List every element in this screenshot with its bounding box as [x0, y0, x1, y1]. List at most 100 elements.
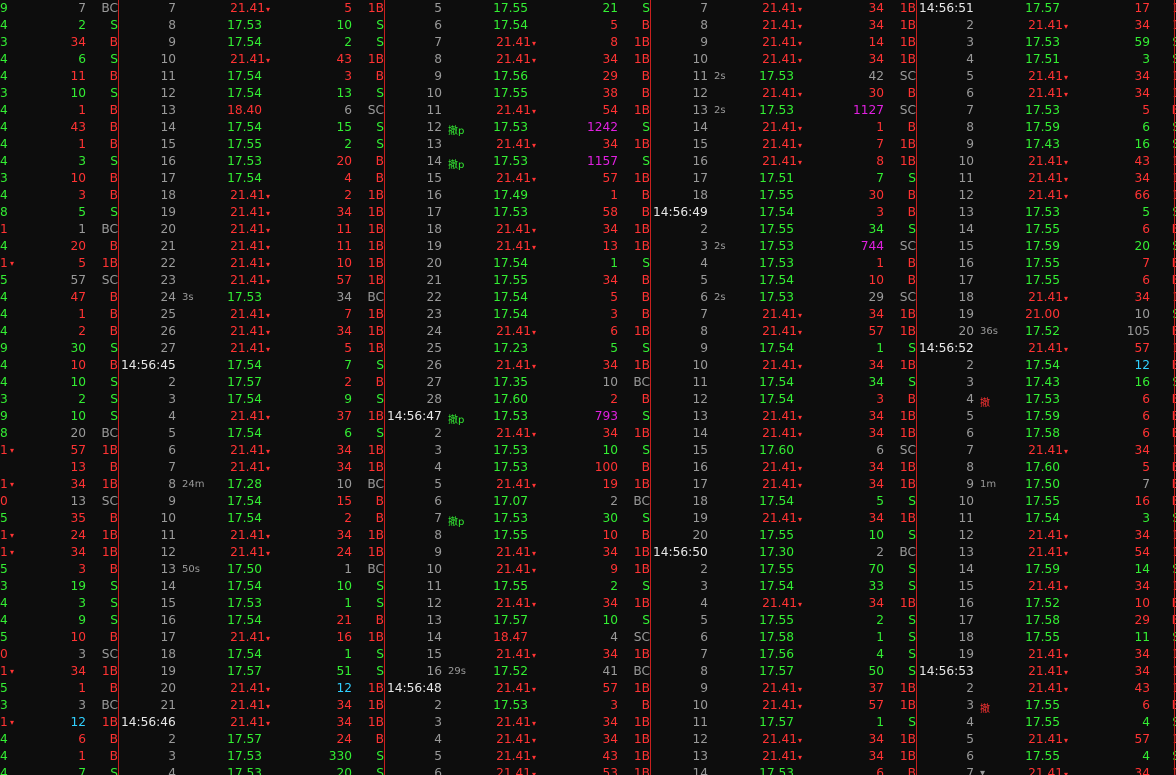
tick-row[interactable]: 2B: [0, 323, 120, 340]
tick-row[interactable]: 5 17.55 21 S: [386, 0, 652, 17]
tick-row[interactable]: 4 17.51 3S: [918, 51, 1176, 68]
tick-row[interactable]: 5 21.41▾ 19 1B: [386, 476, 652, 493]
tick-row[interactable]: 20 BC: [0, 425, 120, 442]
tick-row[interactable]: 17 17.53 58 B: [386, 204, 652, 221]
tick-row[interactable]: 34 1B: [0, 476, 120, 493]
tick-row[interactable]: 2 21.41▾ 43 1: [918, 680, 1176, 697]
tick-row[interactable]: 17 21.41▾ 34 1B: [652, 476, 918, 493]
tick-row[interactable]: 3 17.53 330 S: [120, 748, 386, 765]
tick-row[interactable]: 17 17.55 6B: [918, 272, 1176, 289]
tick-row[interactable]: 5 17.55 2 S: [652, 612, 918, 629]
tick-row[interactable]: 7 21.41▾ 8 1B: [386, 34, 652, 51]
tick-row[interactable]: 8 21.41▾ 34 1B: [386, 51, 652, 68]
tick-row[interactable]: 3 17.43 16 S: [918, 374, 1176, 391]
tick-row[interactable]: 11 21.41▾ 34 1: [918, 170, 1176, 187]
tick-row[interactable]: 9 17.56 29 B: [386, 68, 652, 85]
tick-row[interactable]: 17 17.54 4 B: [120, 170, 386, 187]
tick-row[interactable]: 19 21.41▾ 13 1B: [386, 238, 652, 255]
tick-row[interactable]: 14:56:51 17.57 17 1: [918, 0, 1176, 17]
tick-row[interactable]: 19 S: [0, 578, 120, 595]
tick-row[interactable]: 12 21.41▾ 34 1B: [386, 595, 652, 612]
tick-row[interactable]: 13 50s 17.50 1 BC: [120, 561, 386, 578]
tick-row[interactable]: 16 17.55 7B: [918, 255, 1176, 272]
tick-row[interactable]: 8 21.41▾ 34 1B: [652, 17, 918, 34]
tick-row[interactable]: 3 17.54 33 S: [652, 578, 918, 595]
tick-row[interactable]: 10 S: [0, 408, 120, 425]
tick-row[interactable]: 24 21.41▾ 6 1B: [386, 323, 652, 340]
tick-row[interactable]: 13 SC: [0, 493, 120, 510]
tick-row[interactable]: 8 17.57 50 S: [652, 663, 918, 680]
tick-row[interactable]: 2 21.41▾ 34 1: [918, 17, 1176, 34]
tick-row[interactable]: 20 B: [0, 238, 120, 255]
tick-row[interactable]: 47 B: [0, 289, 120, 306]
tick-row[interactable]: 19 21.00 10 S: [918, 306, 1176, 323]
tick-row[interactable]: 20 21.41▾ 12 1B: [120, 680, 386, 697]
tick-row[interactable]: 25 21.41▾ 7 1B: [120, 306, 386, 323]
tick-row[interactable]: 11 17.54 3 B: [120, 68, 386, 85]
tick-row[interactable]: 16 21.41▾ 8 1B: [652, 153, 918, 170]
tick-row[interactable]: 10 B: [0, 357, 120, 374]
tick-row[interactable]: 5 21.41▾ 43 1B: [386, 748, 652, 765]
tick-row[interactable]: 20 36s 17.52 105 B: [918, 323, 1176, 340]
tick-row[interactable]: 19 21.41▾ 34 1B: [652, 510, 918, 527]
tick-row[interactable]: 10 17.54 2 B: [120, 510, 386, 527]
tick-row[interactable]: 1B: [0, 102, 120, 119]
tick-row[interactable]: 18 17.55 11 S: [918, 629, 1176, 646]
tick-row[interactable]: 9 21.41▾ 14 1B: [652, 34, 918, 51]
tick-row[interactable]: 10 17.55 16 B: [918, 493, 1176, 510]
tick-row[interactable]: 15 17.60 6 SC: [652, 442, 918, 459]
tick-row[interactable]: 10 21.41▾ 43 1B: [120, 51, 386, 68]
tick-row[interactable]: 16 17.52 10 B: [918, 595, 1176, 612]
tick-row[interactable]: 20 17.54 1 S: [386, 255, 652, 272]
tick-row[interactable]: 11 21.41▾ 34 1B: [120, 527, 386, 544]
tick-row[interactable]: 15 17.59 20 S: [918, 238, 1176, 255]
tick-row[interactable]: 4 21.41▾ 34 1B: [386, 731, 652, 748]
tick-row[interactable]: 12 21.41▾ 34 1: [918, 527, 1176, 544]
tick-row[interactable]: 5 17.59 6B: [918, 408, 1176, 425]
tick-row[interactable]: 22 17.54 5 B: [386, 289, 652, 306]
tick-row[interactable]: 8 17.55 10 B: [386, 527, 652, 544]
tick-row[interactable]: 3 21.41▾ 34 1B: [386, 714, 652, 731]
tick-row[interactable]: 13 21.41▾ 34 1B: [386, 136, 652, 153]
tick-row[interactable]: 6 17.55 4S: [918, 748, 1176, 765]
tick-row[interactable]: 11 17.57 1 S: [652, 714, 918, 731]
tick-row[interactable]: 2 17.57 2 B: [120, 374, 386, 391]
tick-row[interactable]: 9S: [0, 612, 120, 629]
tick-row[interactable]: 14:56:47 撤p 17.53 793 S: [386, 408, 652, 426]
tick-row[interactable]: 12 1B: [0, 714, 120, 731]
tick-row[interactable]: 10 B: [0, 629, 120, 646]
tick-row[interactable]: 11 2s 17.53 42 SC: [652, 68, 918, 85]
tick-row[interactable]: 20 17.55 10 S: [652, 527, 918, 544]
tick-row[interactable]: 417.554S: [918, 714, 1176, 731]
tick-row[interactable]: 14 17.53 6 B: [652, 765, 918, 775]
tick-row[interactable]: 15 21.41▾ 34 1: [918, 578, 1176, 595]
tick-row[interactable]: 18 21.41▾ 34 1: [918, 289, 1176, 306]
tick-row[interactable]: 7 21.41▾ 34 1B: [652, 306, 918, 323]
tick-row[interactable]: 8 17.59 6S: [918, 119, 1176, 136]
tick-row[interactable]: 14:56:50 17.30 2 BC: [652, 544, 918, 561]
tick-row[interactable]: 4 21.41▾ 37 1B: [120, 408, 386, 425]
tick-row[interactable]: 3B: [0, 561, 120, 578]
tick-row[interactable]: 6 21.41▾ 34 1B: [120, 442, 386, 459]
tick-row[interactable]: 26 21.41▾ 34 1B: [386, 357, 652, 374]
tick-row[interactable]: 2 17.57 24 B: [120, 731, 386, 748]
tick-row[interactable]: 15 17.55 2 S: [120, 136, 386, 153]
tick-row[interactable]: 57 SC: [0, 272, 120, 289]
tick-row[interactable]: 8 24m 17.28 10 BC: [120, 476, 386, 493]
tick-row[interactable]: 14 17.55 6B: [918, 221, 1176, 238]
tick-row[interactable]: 3 17.53 10 S: [386, 442, 652, 459]
tick-row[interactable]: 6 17.07 2 BC: [386, 493, 652, 510]
tick-row[interactable]: 7 21.41▾ 34 1: [918, 442, 1176, 459]
tick-row[interactable]: 16 17.54 21 B: [120, 612, 386, 629]
tick-row[interactable]: 43 B: [0, 119, 120, 136]
tick-row[interactable]: 16 17.53 20 B: [120, 153, 386, 170]
tick-row[interactable]: 18 21.41▾ 2 1B: [120, 187, 386, 204]
tick-row[interactable]: 19 21.41▾ 34 1B: [120, 204, 386, 221]
tick-row[interactable]: 6S: [0, 51, 120, 68]
tick-row[interactable]: 4 17.53 20 S: [120, 765, 386, 775]
tick-row[interactable]: 14:56:46 21.41▾ 34 1B: [120, 714, 386, 731]
tick-row[interactable]: 21 21.41▾ 34 1B: [120, 697, 386, 714]
tick-row[interactable]: 9 21.41▾ 37 1B: [652, 680, 918, 697]
tick-row[interactable]: 9 17.43 16 S: [918, 136, 1176, 153]
tick-row[interactable]: 18 17.54 1 S: [120, 646, 386, 663]
